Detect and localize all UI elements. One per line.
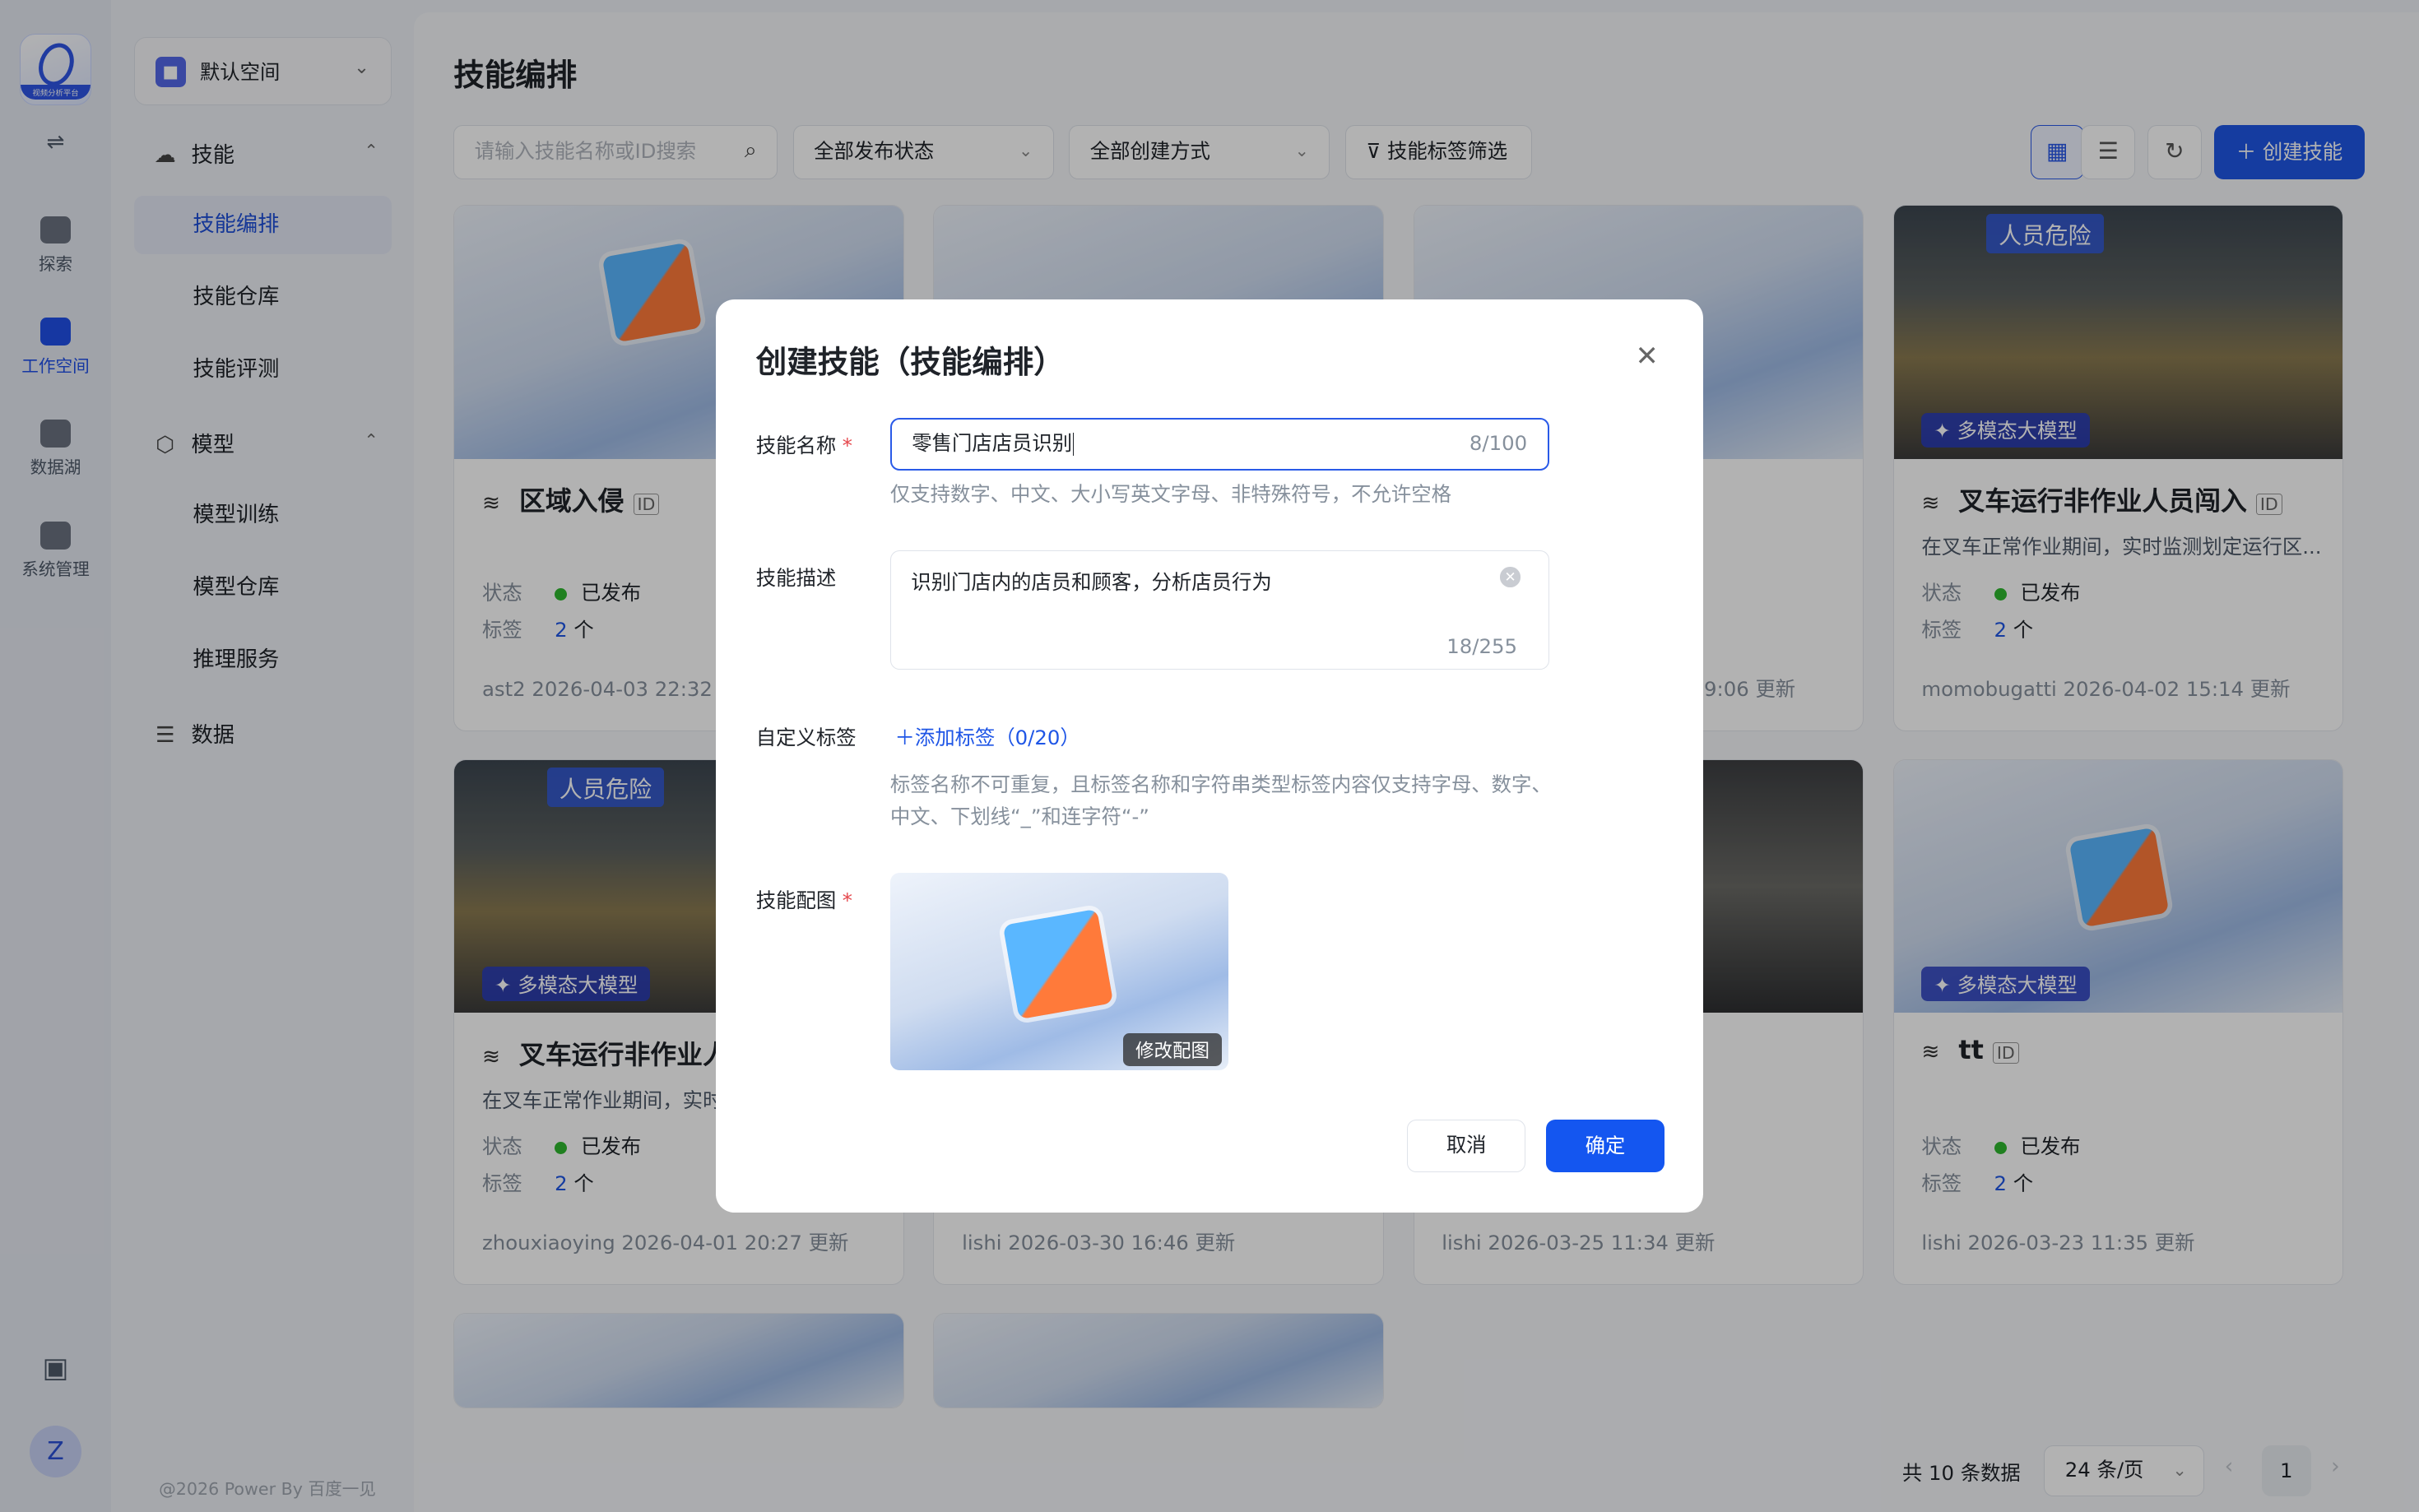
close-icon[interactable]: ✕ xyxy=(1636,340,1659,372)
skill-description-textarea[interactable]: 识别门店内的店员和顾客，分析店员行为 ✕ 18/255 xyxy=(889,550,1549,670)
plus-icon: ＋ xyxy=(894,725,915,749)
skill-image-preview: 修改配图 xyxy=(889,873,1228,1071)
add-tag-button[interactable]: ＋添加标签（0/20） xyxy=(895,722,1080,751)
change-image-button[interactable]: 修改配图 xyxy=(1122,1033,1222,1066)
tag-hint: 标签名称不可重复，且标签名称和字符串类型标签内容仅支持字母、数字、中文、下划线“… xyxy=(889,772,1552,829)
skill-name-input[interactable]: 零售门店店员识别 8/100 xyxy=(889,418,1549,471)
name-char-count: 8/100 xyxy=(1469,431,1528,456)
clear-icon[interactable]: ✕ xyxy=(1500,567,1521,587)
text-cursor xyxy=(1073,433,1075,457)
custom-tag-label: 自定义标签 xyxy=(755,725,857,749)
create-skill-modal: 创建技能（技能编排） ✕ 技能名称 * 零售门店店员识别 8/100 仅支持数字、… xyxy=(716,299,1703,1213)
name-hint: 仅支持数字、中文、大小写英文字母、非特殊符号，不允许空格 xyxy=(889,482,1451,507)
modal-title: 创建技能（技能编排） xyxy=(755,343,1065,380)
desc-label: 技能描述 xyxy=(755,566,837,591)
desc-char-count: 18/255 xyxy=(1446,633,1517,658)
cancel-button[interactable]: 取消 xyxy=(1407,1120,1526,1172)
name-label: 技能名称 * xyxy=(755,434,852,458)
confirm-button[interactable]: 确定 xyxy=(1545,1120,1665,1172)
image-label: 技能配图 * xyxy=(755,888,852,913)
